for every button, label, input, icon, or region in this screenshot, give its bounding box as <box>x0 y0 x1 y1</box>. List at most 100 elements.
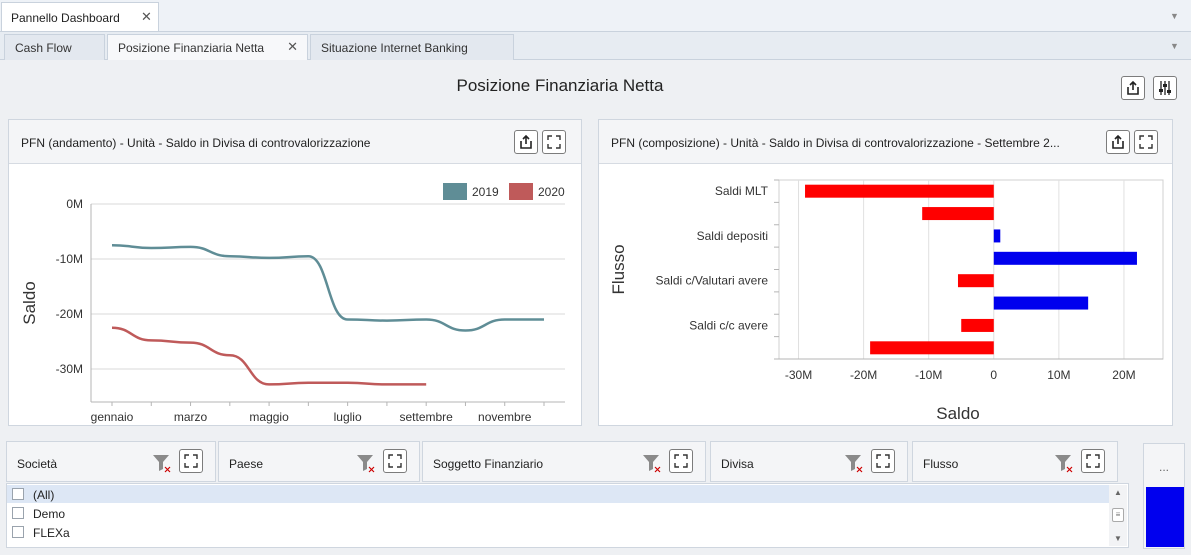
filter-paese: Paese <box>218 441 420 482</box>
checkbox[interactable] <box>12 526 24 538</box>
x-tick-label: maggio <box>249 410 289 424</box>
x-axis-label: Saldo <box>936 404 979 423</box>
panel-pfn-andamento: PFN (andamento) - Unità - Saldo in Divis… <box>8 119 582 426</box>
x-tick-label: -30M <box>785 368 812 382</box>
scroll-thumb[interactable]: ≡ <box>1112 508 1124 522</box>
vertical-scrollbar[interactable]: ▲ ≡ ▼ <box>1109 485 1127 546</box>
export-icon <box>520 134 532 149</box>
panel-pfn-composizione: PFN (composizione) - Unità - Saldo in Di… <box>598 119 1173 426</box>
societa-list: (All) Demo FLEXa ▲ ≡ ▼ <box>6 483 1129 548</box>
export-button[interactable] <box>514 130 538 154</box>
dashboard-title: Posizione Finanziaria Netta <box>456 76 664 95</box>
mini-chart-preview <box>1146 487 1184 547</box>
series-line-2019 <box>111 244 544 332</box>
x-tick-label: marzo <box>174 410 208 424</box>
x-tick-label: settembre <box>400 410 454 424</box>
x-tick-label: -10M <box>915 368 942 382</box>
filter-label: Società <box>17 457 58 471</box>
bar <box>870 341 994 355</box>
panel-title: PFN (composizione) - Unità - Saldo in Di… <box>611 136 1060 150</box>
clear-filter-icon[interactable] <box>152 453 172 473</box>
maximize-icon <box>388 454 402 468</box>
maximize-button[interactable] <box>1134 130 1158 154</box>
export-icon <box>1127 80 1139 95</box>
maximize-button[interactable] <box>1081 449 1105 473</box>
scroll-down-icon[interactable]: ▼ <box>1114 534 1122 543</box>
bar <box>993 251 1137 265</box>
filter-label: Divisa <box>721 457 754 471</box>
filter-label: Flusso <box>923 457 959 471</box>
export-button[interactable] <box>1106 130 1130 154</box>
legend-label: 2019 <box>472 185 499 199</box>
legend-swatch-2019 <box>443 183 467 200</box>
maximize-icon <box>184 454 198 468</box>
tab-label: Situazione Internet Banking <box>321 41 468 55</box>
y-tick-label: Saldi c/c avere <box>689 318 768 332</box>
bar <box>993 229 1001 243</box>
export-button[interactable] <box>1121 76 1145 100</box>
tab-cash-flow[interactable]: Cash Flow <box>4 34 105 60</box>
settings-button[interactable] <box>1153 76 1177 100</box>
overflow-chevron-icon[interactable]: ▼ <box>1170 41 1179 51</box>
list-item-label: Demo <box>33 507 66 521</box>
maximize-icon <box>1139 135 1153 149</box>
tab-posizione-finanziaria-netta[interactable]: Posizione Finanziaria Netta ✕ <box>107 34 308 61</box>
filter-soggetto-finanziario: Soggetto Finanziario <box>422 441 706 482</box>
clear-filter-icon[interactable] <box>1054 453 1074 473</box>
maximize-button[interactable] <box>179 449 203 473</box>
maximize-button[interactable] <box>871 449 895 473</box>
checkbox[interactable] <box>12 507 24 519</box>
tab-label: Posizione Finanziaria Netta <box>118 41 265 55</box>
checkbox[interactable] <box>12 488 24 500</box>
y-axis-label: Flusso <box>609 244 628 294</box>
y-tick-label: Saldi MLT <box>715 184 769 198</box>
y-tick-label: -10M <box>56 252 83 266</box>
bar <box>922 207 994 221</box>
x-tick-label: gennaio <box>91 410 134 424</box>
list-item[interactable]: (All) <box>7 485 1110 503</box>
maximize-icon <box>1086 454 1100 468</box>
clear-filter-icon[interactable] <box>844 453 864 473</box>
panel-header: PFN (composizione) - Unità - Saldo in Di… <box>599 120 1172 164</box>
list-item-label: FLEXa <box>33 526 70 540</box>
list-item[interactable]: FLEXa <box>7 523 1110 541</box>
y-tick-label: -20M <box>56 307 83 321</box>
tab-label: Pannello Dashboard <box>11 11 120 25</box>
tab-pannello-dashboard[interactable]: Pannello Dashboard ✕ <box>1 2 159 31</box>
trend-chart: 0M -10M -20M -30M gennaio marzo maggio luglio se… <box>20 183 565 424</box>
bar <box>805 184 994 198</box>
sub-tab-bar: Cash Flow Posizione Finanziaria Netta ✕ … <box>0 32 1191 61</box>
close-icon[interactable]: ✕ <box>287 39 298 55</box>
filter-societa: Società <box>6 441 216 482</box>
maximize-button[interactable] <box>542 130 566 154</box>
tab-label: Cash Flow <box>15 41 72 55</box>
more-button[interactable]: ... <box>1144 460 1184 474</box>
bar <box>961 318 994 332</box>
bar <box>957 274 994 288</box>
side-panel: ... <box>1143 443 1185 549</box>
maximize-button[interactable] <box>669 449 693 473</box>
maximize-icon <box>547 135 561 149</box>
panel-title: PFN (andamento) - Unità - Saldo in Divis… <box>21 136 371 150</box>
clear-filter-icon[interactable] <box>356 453 376 473</box>
filter-label: Soggetto Finanziario <box>433 457 544 471</box>
panel-header: PFN (andamento) - Unità - Saldo in Divis… <box>9 120 581 164</box>
x-tick-label: luglio <box>334 410 362 424</box>
x-tick-label: 0 <box>990 368 997 382</box>
close-icon[interactable]: ✕ <box>141 9 152 25</box>
maximize-icon <box>876 454 890 468</box>
tab-situazione-internet-banking[interactable]: Situazione Internet Banking <box>310 34 514 60</box>
maximize-button[interactable] <box>383 449 407 473</box>
x-tick-label: 20M <box>1112 368 1135 382</box>
filter-label: Paese <box>229 457 264 471</box>
document-tab-bar: Pannello Dashboard ✕ ▼ <box>0 0 1191 32</box>
x-tick-label: -20M <box>850 368 877 382</box>
scroll-up-icon[interactable]: ▲ <box>1114 488 1122 497</box>
export-icon <box>1112 134 1124 149</box>
overflow-chevron-icon[interactable]: ▼ <box>1170 11 1179 21</box>
filter-divisa: Divisa <box>710 441 908 482</box>
series-line-2020 <box>111 326 427 386</box>
settings-sliders-icon <box>1159 81 1171 95</box>
clear-filter-icon[interactable] <box>642 453 662 473</box>
list-item[interactable]: Demo <box>7 504 1110 522</box>
